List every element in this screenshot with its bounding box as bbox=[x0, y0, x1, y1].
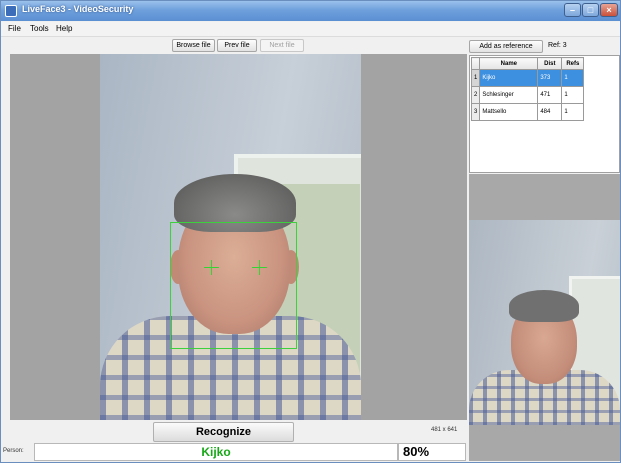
left-eye-marker bbox=[204, 260, 219, 275]
thumbnail-hair bbox=[509, 290, 579, 322]
browse-file-button[interactable]: Browse file bbox=[172, 39, 215, 52]
cell-refs[interactable]: 1 bbox=[561, 103, 585, 121]
cell-name[interactable]: Schlesinger bbox=[479, 86, 539, 104]
recognize-button[interactable]: Recognize bbox=[153, 422, 294, 442]
minimize-button[interactable]: – bbox=[564, 3, 581, 17]
person-name-field: Kijko bbox=[34, 443, 398, 461]
menu-file[interactable]: File bbox=[8, 24, 21, 33]
confidence-field: 80% bbox=[398, 443, 466, 461]
window-title: LiveFace3 - VideoSecurity bbox=[22, 4, 134, 14]
table-row[interactable]: 1 Kijko 373 1 bbox=[470, 69, 585, 87]
row-index: 2 bbox=[470, 86, 481, 104]
reference-grid: Name Dist Refs 1 Kijko 373 1 2 Schlesing… bbox=[469, 55, 620, 173]
maximize-button[interactable]: □ bbox=[582, 3, 599, 17]
cell-refs[interactable]: 1 bbox=[561, 86, 585, 104]
person-label: Person: bbox=[3, 448, 24, 454]
menu-bar: File Tools Help bbox=[1, 22, 620, 37]
row-index: 1 bbox=[470, 69, 481, 87]
menu-help[interactable]: Help bbox=[56, 24, 72, 33]
cell-refs[interactable]: 1 bbox=[561, 69, 585, 87]
add-as-reference-button[interactable]: Add as reference bbox=[469, 40, 543, 53]
right-eye-marker bbox=[252, 260, 267, 275]
cell-name[interactable]: Kijko bbox=[479, 69, 539, 87]
cell-dist[interactable]: 471 bbox=[537, 86, 563, 104]
column-header-refs[interactable]: Refs bbox=[561, 57, 585, 70]
table-row[interactable]: 2 Schlesinger 471 1 bbox=[470, 86, 585, 104]
face-detection-box bbox=[170, 222, 297, 349]
app-icon bbox=[5, 5, 17, 17]
image-resolution: 481 x 641 bbox=[431, 427, 458, 433]
row-index-header bbox=[470, 57, 481, 70]
cell-dist[interactable]: 373 bbox=[537, 69, 563, 87]
camera-frame bbox=[100, 54, 361, 420]
cell-dist[interactable]: 484 bbox=[537, 103, 563, 121]
next-file-button[interactable]: Next file bbox=[260, 39, 304, 52]
menu-tools[interactable]: Tools bbox=[30, 24, 49, 33]
prev-file-button[interactable]: Prev file bbox=[217, 39, 257, 52]
close-button[interactable]: × bbox=[600, 3, 618, 17]
video-panel bbox=[10, 54, 467, 420]
column-header-name[interactable]: Name bbox=[479, 57, 539, 70]
reference-count: Ref: 3 bbox=[548, 42, 567, 49]
panel-background-bottom bbox=[469, 425, 620, 461]
column-header-dist[interactable]: Dist bbox=[537, 57, 563, 70]
title-bar: LiveFace3 - VideoSecurity – □ × bbox=[1, 1, 620, 21]
app-window: LiveFace3 - VideoSecurity – □ × File Too… bbox=[0, 0, 621, 463]
reference-table: Name Dist Refs 1 Kijko 373 1 2 Schlesing… bbox=[470, 57, 585, 121]
toolbar: Browse file Prev file Next file bbox=[1, 37, 467, 53]
table-header: Name Dist Refs bbox=[470, 57, 585, 70]
row-index: 3 bbox=[470, 103, 481, 121]
cell-name[interactable]: Mattsello bbox=[479, 103, 539, 121]
reference-thumbnail bbox=[469, 220, 620, 425]
table-row[interactable]: 3 Mattsello 484 1 bbox=[470, 103, 585, 121]
panel-background bbox=[469, 174, 620, 220]
